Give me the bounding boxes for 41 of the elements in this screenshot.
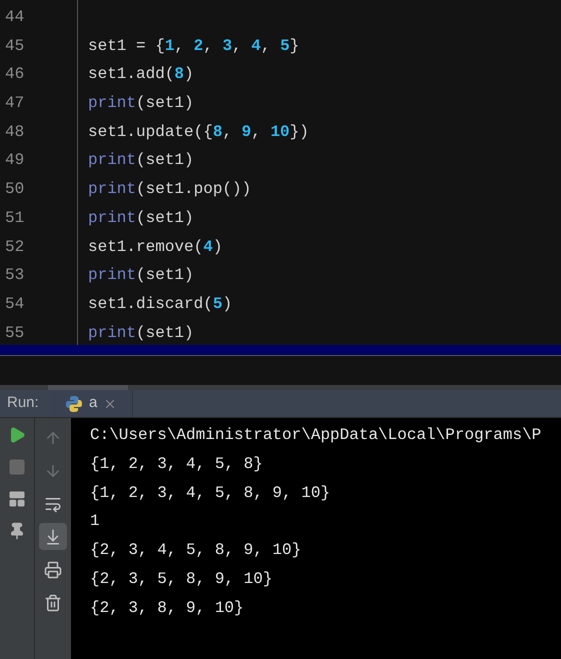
code-line: set1.update({8, 9, 10}) [88,122,309,141]
line-number: 51 [5,208,24,227]
run-label: Run: [6,393,40,414]
console-output-line: 1 [90,512,100,530]
console-output-line: {2, 3, 8, 9, 10} [90,598,244,617]
line-number: 46 [5,65,24,84]
line-number: 47 [5,94,24,112]
line-number: 45 [5,36,24,55]
line-number: 55 [5,324,24,342]
line-number: 53 [5,266,24,284]
pin-icon[interactable] [8,522,26,540]
console-output-line: {1, 2, 3, 4, 5, 8} [90,454,263,473]
line-number: 54 [5,294,24,313]
code-line: print(set1) [88,324,194,342]
line-number: 50 [5,180,24,198]
line-number: 44 [5,8,24,26]
code-line: set1.discard(5) [88,294,232,313]
scrollbar-thumb[interactable] [48,385,128,390]
code-line: print(set1) [88,94,194,112]
code-line: set1 = {1, 2, 3, 4, 5} [88,36,300,55]
code-line: set1.remove(4) [88,238,222,256]
console-output-line: C:\Users\Administrator\AppData\Local\Programs\P [90,426,542,444]
scroll-to-end-button[interactable] [39,523,67,550]
code-line: print(set1) [88,266,194,284]
line-number: 48 [5,122,24,141]
python-logo-icon [65,394,83,412]
console-output-line: {2, 3, 5, 8, 9, 10} [90,570,272,588]
console-output-line: {2, 3, 4, 5, 8, 9, 10} [90,541,302,560]
code-line: print(set1) [88,208,194,227]
line-number: 49 [5,151,24,170]
print-icon [44,560,62,578]
console-output-line: {1, 2, 3, 4, 5, 8, 9, 10} [90,484,330,502]
horizontal-scrollbar[interactable] [0,385,561,390]
scroll-to-end-icon [44,528,62,546]
trash-icon [44,594,62,612]
layout-icon[interactable] [8,490,26,508]
line-number: 52 [5,238,24,256]
code-line: set1.add(8) [88,65,194,84]
play-icon[interactable] [8,426,26,444]
code-line: print(set1.pop()) [88,180,252,198]
code-line: print(set1) [88,151,194,170]
